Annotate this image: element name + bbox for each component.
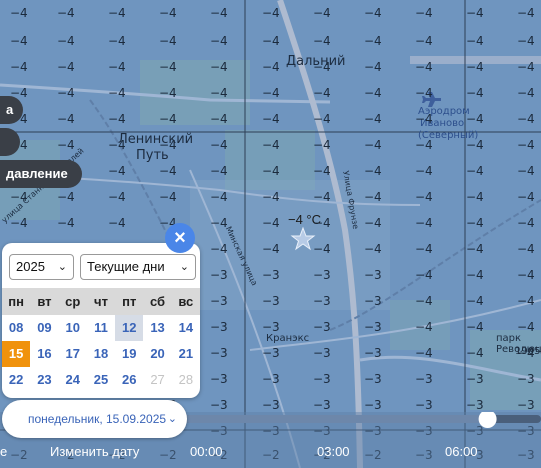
change-date-link[interactable]: Изменить дату: [50, 444, 139, 459]
calendar-day[interactable]: 24: [59, 367, 87, 393]
timeline-left-label: е: [0, 444, 8, 459]
weekday-label: пн: [8, 294, 24, 309]
layer-label: давление: [6, 166, 68, 181]
close-icon: ×: [174, 227, 186, 249]
period-select-value: Текущие дни: [87, 259, 165, 274]
time-tick-label: 03:00: [317, 444, 350, 459]
calendar-day[interactable]: 09: [30, 315, 58, 341]
layer-item-pressure[interactable]: давление: [0, 160, 82, 188]
airport-icon: [422, 92, 441, 107]
chevron-down-icon: ⌄: [57, 261, 67, 273]
calendar-day[interactable]: 08: [2, 315, 30, 341]
weekday-label: вс: [178, 294, 194, 309]
chevron-down-icon: ⌄: [179, 261, 189, 273]
layer-label: а: [6, 102, 14, 117]
year-select-value: 2025: [16, 259, 45, 274]
calendar-day-highlighted[interactable]: 12: [115, 315, 144, 341]
calendar-day[interactable]: 23: [30, 367, 58, 393]
calendar-day[interactable]: 17: [59, 341, 87, 367]
calendar-day[interactable]: 18: [87, 341, 115, 367]
green-area: [140, 60, 250, 125]
time-tick-label: 00:00: [190, 444, 223, 459]
date-selector[interactable]: понедельник, 15.09.2025 ⌄: [2, 400, 187, 438]
calendar-day[interactable]: 22: [2, 367, 30, 393]
time-tick-label: 06:00: [445, 444, 478, 459]
green-area: [470, 330, 541, 410]
green-area: [390, 300, 450, 350]
weekday-label: чт: [94, 294, 108, 309]
year-select[interactable]: 2025 ⌄: [9, 254, 74, 280]
weekday-label: вт: [37, 294, 52, 309]
date-selector-label: понедельник, 15.09.2025: [28, 412, 167, 426]
calendar-day[interactable]: 19: [115, 341, 143, 367]
calendar-week-row: 15 16 17 18 19 20 21: [2, 341, 200, 367]
calendar-day-selected[interactable]: 15: [2, 341, 31, 367]
calendar-day[interactable]: 10: [59, 315, 87, 341]
calendar-day[interactable]: 21: [172, 341, 200, 367]
calendar-day[interactable]: 16: [30, 341, 58, 367]
weekday-label: сб: [150, 294, 166, 309]
period-select[interactable]: Текущие дни ⌄: [80, 254, 196, 280]
close-calendar-button[interactable]: ×: [165, 223, 195, 253]
calendar-week-row: 08 09 10 11 12 13 14: [2, 315, 200, 341]
calendar-day[interactable]: 11: [87, 315, 115, 341]
calendar-popup: 2025 ⌄ Текущие дни ⌄ пн вт ср чт пт сб в…: [2, 243, 200, 398]
calendar-day-disabled: 28: [178, 372, 194, 387]
calendar-day[interactable]: 26: [115, 367, 143, 393]
timeline-fill: [185, 415, 488, 423]
weekday-label: пт: [122, 294, 137, 309]
station-temperature-label: −4 °C: [288, 212, 322, 227]
calendar-day[interactable]: 20: [143, 341, 171, 367]
calendar-day[interactable]: 25: [87, 367, 115, 393]
calendar-day-disabled: 27: [150, 372, 165, 387]
calendar-day[interactable]: 13: [143, 315, 171, 341]
weekday-label: ср: [65, 294, 81, 309]
weekday-header: пн вт ср чт пт сб вс: [2, 288, 200, 315]
chevron-down-icon: ⌄: [167, 413, 177, 425]
calendar-week-row: 22 23 24 25 26 27 28: [2, 367, 200, 393]
calendar-day[interactable]: 14: [172, 315, 200, 341]
